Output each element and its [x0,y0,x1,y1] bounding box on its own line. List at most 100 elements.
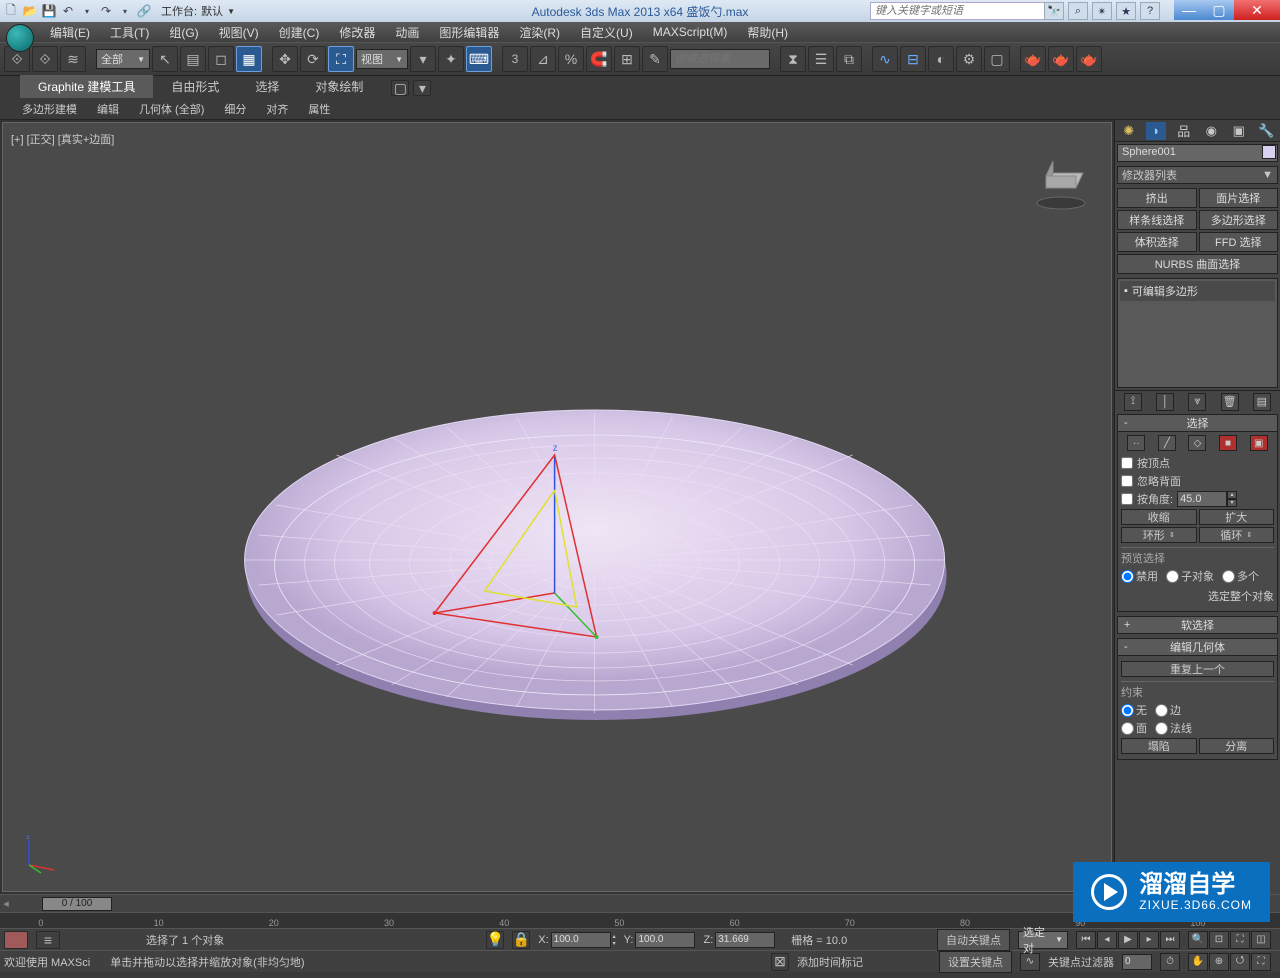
btn-collapse[interactable]: 塌陷 [1121,738,1197,754]
keymode-dropdown[interactable]: 选定对 [1018,931,1068,949]
zoom-icon[interactable]: 🔍 [1188,931,1208,949]
minimize-button[interactable]: — [1174,0,1204,20]
undo-icon[interactable]: ↶ [59,2,77,20]
rollout-header-selection[interactable]: -选择 [1117,414,1278,432]
modifier-list-dropdown[interactable]: 修改器列表▼ [1117,166,1278,184]
select-whole-object[interactable]: 选定整个对象 [1121,588,1274,604]
lock-selection-icon[interactable]: 💡 [486,931,504,949]
render-icon[interactable]: 🫖 [1076,46,1102,72]
menu-custom[interactable]: 自定义(U) [570,22,643,43]
setkey-button[interactable]: 设置关键点 [939,951,1012,973]
fov-icon[interactable]: ◫ [1251,931,1271,949]
star-icon[interactable]: ★ [1116,2,1136,20]
coord-y[interactable]: Y: [624,932,696,948]
rotate-icon[interactable]: ⟳ [300,46,326,72]
menu-view[interactable]: 视图(V) [209,22,269,43]
coord-z[interactable]: Z: [703,932,775,948]
ribbon-toggle-icon[interactable]: ▢ [391,80,409,96]
radio-edge[interactable]: 边 [1155,702,1181,718]
tab-freeform[interactable]: 自由形式 [153,75,237,98]
script-listener-icon[interactable] [4,931,28,949]
btn-grow[interactable]: 扩大 [1199,509,1275,525]
goto-start-icon[interactable]: ⏮ [1076,931,1096,949]
viewcube[interactable] [1031,153,1091,213]
menu-maxscript[interactable]: MAXScript(M) [643,23,738,41]
viewport-label[interactable]: [+] [正交] [真实+边面] [11,131,114,147]
new-icon[interactable]: 🗋 [2,2,20,20]
object-color-swatch[interactable] [1262,145,1276,159]
select-name-icon[interactable]: ▤ [180,46,206,72]
search-input[interactable] [870,2,1050,20]
panel-align[interactable]: 对齐 [256,99,298,119]
pivot-icon[interactable]: ▾ [410,46,436,72]
modifier-stack[interactable]: ▪ 可编辑多边形 [1117,278,1278,388]
modify-tab-icon[interactable]: ◗ [1146,122,1166,140]
save-icon[interactable]: 💾 [40,2,58,20]
prev-frame-icon[interactable]: ◂ [1097,931,1117,949]
radio-subobj[interactable]: 子对象 [1166,568,1214,584]
snap-icon[interactable]: 3 [502,46,528,72]
btn-nurbssel[interactable]: NURBS 曲面选择 [1117,254,1278,274]
panel-polymodel[interactable]: 多边形建模 [12,99,87,119]
viewport[interactable]: [+] [正交] [真实+边面] [2,122,1112,892]
exchange-icon[interactable]: ✴ [1092,2,1112,20]
dropdown-icon[interactable]: ▾ [78,2,96,20]
selection-filter-dropdown[interactable]: 全部 [96,49,150,69]
angle-snap-icon[interactable]: ⊿ [530,46,556,72]
panel-subdiv[interactable]: 细分 [214,99,256,119]
render-setup-icon[interactable]: ⚙ [956,46,982,72]
render-frame-icon[interactable]: ▢ [984,46,1010,72]
window-crossing-icon[interactable]: ▦ [236,46,262,72]
menu-group[interactable]: 组(G) [159,22,208,43]
motion-tab-icon[interactable]: ◉ [1201,122,1221,140]
btn-splinesel[interactable]: 样条线选择 [1117,210,1197,230]
time-config-icon[interactable]: ⏱ [1160,953,1180,971]
named-selection-input[interactable] [670,49,770,69]
chk-byvertex[interactable]: 按顶点 [1121,455,1274,471]
link-icon[interactable]: 🔗 [135,2,153,20]
keyboard-shortcut-icon[interactable]: ⌨ [466,46,492,72]
menu-help[interactable]: 帮助(H) [737,22,798,43]
next-frame-icon[interactable]: ▸ [1139,931,1159,949]
btn-ffdsel[interactable]: FFD 选择 [1199,232,1279,252]
btn-extrude[interactable]: 挤出 [1117,188,1197,208]
expand-icon[interactable]: ▪ [1124,285,1128,297]
btn-ring[interactable]: 环形⇕ [1121,527,1197,543]
schematic-icon[interactable]: ⊟ [900,46,926,72]
menu-create[interactable]: 创建(C) [269,22,330,43]
zoom-ext-icon[interactable]: ⛶ [1230,931,1250,949]
percent-snap-icon[interactable]: % [558,46,584,72]
spinner-snap-icon[interactable]: 🧲 [586,46,612,72]
add-time-tag[interactable]: 添加时间标记 [797,954,863,970]
panel-geom[interactable]: 几何体 (全部) [129,99,214,119]
show-end-icon[interactable]: │ [1156,393,1174,411]
btn-detach[interactable]: 分离 [1199,738,1275,754]
scale-icon[interactable]: ⛶ [328,46,354,72]
render-prod-icon[interactable]: 🫖 [1020,46,1046,72]
edit-named-sel-icon[interactable]: ✎ [642,46,668,72]
radio-disable[interactable]: 禁用 [1121,568,1158,584]
make-unique-icon[interactable]: ⩔ [1188,393,1206,411]
element-icon[interactable]: ▣ [1250,435,1268,451]
panel-edit[interactable]: 编辑 [87,99,129,119]
bind-spacewarp-icon[interactable]: ≋ [60,46,86,72]
menu-modifier[interactable]: 修改器 [329,22,385,43]
zoom-all-icon[interactable]: ⊡ [1209,931,1229,949]
angle-spinner[interactable]: ▴▾ [1177,491,1237,507]
move-icon[interactable]: ✥ [272,46,298,72]
menu-tools[interactable]: 工具(T) [100,22,159,43]
radio-face[interactable]: 面 [1121,720,1147,736]
workspace-switcher[interactable]: 工作台: 默认 ▼ [161,3,235,19]
radio-normal[interactable]: 法线 [1155,720,1192,736]
radio-none[interactable]: 无 [1121,702,1147,718]
mirror-icon[interactable]: ⧗ [780,46,806,72]
chk-ignoreback[interactable]: 忽略背面 [1121,473,1274,489]
goto-end-icon[interactable]: ⏭ [1160,931,1180,949]
btn-repeat[interactable]: 重复上一个 [1121,661,1274,677]
comm-center-icon[interactable]: ⊠ [771,953,789,971]
select-icon[interactable]: ↖ [152,46,178,72]
stack-item-editpoly[interactable]: ▪ 可编辑多边形 [1120,281,1275,301]
layer-icon[interactable]: ⧉ [836,46,862,72]
ref-coord-dropdown[interactable]: 视图 [356,49,408,69]
polygon-icon[interactable]: ■ [1219,435,1237,451]
